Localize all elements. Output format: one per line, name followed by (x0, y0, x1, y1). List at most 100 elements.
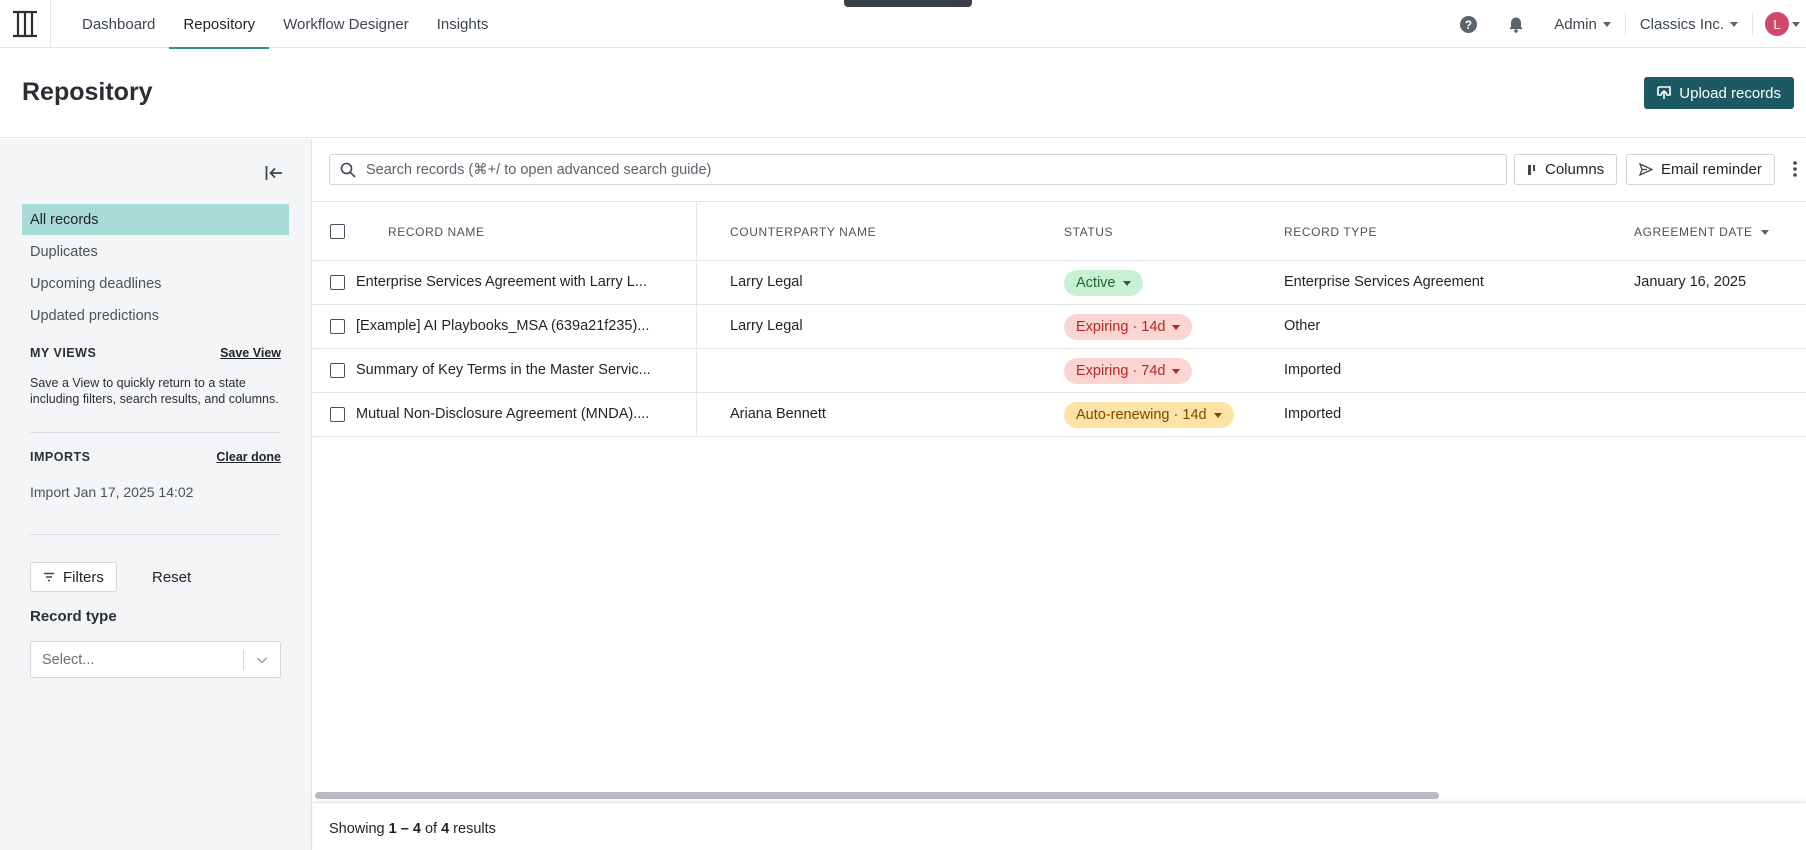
top-handle (844, 0, 972, 7)
org-dropdown[interactable]: Classics Inc. (1626, 0, 1752, 48)
counterparty-name: Larry Legal (730, 274, 803, 290)
header-status[interactable]: STATUS (1064, 225, 1113, 239)
divider (243, 650, 244, 670)
bell-icon[interactable] (1492, 0, 1540, 48)
user-menu[interactable]: L (1753, 0, 1806, 48)
sidebar-item-upcoming-deadlines[interactable]: Upcoming deadlines (22, 268, 289, 299)
record-type-select[interactable]: Select... (30, 641, 281, 678)
table-row[interactable]: Mutual Non-Disclosure Agreement (MNDA)..… (313, 393, 1806, 437)
record-name[interactable]: Summary of Key Terms in the Master Servi… (356, 362, 651, 378)
collapse-sidebar-icon[interactable] (262, 161, 286, 185)
status-label: Active (1076, 275, 1116, 291)
status-badge[interactable]: Active (1064, 270, 1143, 296)
results-suffix: results (453, 821, 496, 837)
record-name[interactable]: Enterprise Services Agreement with Larry… (356, 274, 647, 290)
import-item[interactable]: Import Jan 17, 2025 14:02 (30, 484, 193, 500)
record-type: Other (1284, 318, 1321, 334)
sidebar-item-updated-predictions[interactable]: Updated predictions (22, 300, 289, 331)
main-content: Columns Email reminder RECORD NAME COUNT… (313, 139, 1806, 850)
column-divider (696, 349, 697, 392)
tab-repository[interactable]: Repository (169, 0, 269, 49)
status-badge[interactable]: Auto-renewing · 14d (1064, 402, 1234, 428)
search-icon (330, 162, 366, 178)
row-checkbox[interactable] (330, 363, 345, 378)
columns-label: Columns (1545, 161, 1605, 178)
row-checkbox[interactable] (330, 319, 345, 334)
email-reminder-button[interactable]: Email reminder (1626, 154, 1775, 185)
columns-icon (1528, 164, 1535, 175)
results-count: Showing 1 – 4 of 4 results (329, 821, 496, 837)
results-prefix: Showing (329, 821, 385, 837)
help-icon[interactable]: ? (1444, 0, 1492, 48)
filters-button[interactable]: Filters (30, 562, 117, 592)
table-row[interactable]: [Example] AI Playbooks_MSA (639a21f235).… (313, 305, 1806, 349)
horizontal-scrollbar[interactable] (315, 792, 1439, 799)
upload-records-button[interactable]: Upload records (1644, 77, 1794, 109)
results-footer: Showing 1 – 4 of 4 results (313, 802, 1806, 850)
record-type: Imported (1284, 406, 1342, 422)
search-box[interactable] (329, 154, 1507, 185)
record-type-placeholder: Select... (42, 652, 95, 668)
counterparty-name: Larry Legal (730, 318, 803, 334)
tab-insights[interactable]: Insights (423, 0, 503, 48)
top-right-controls: ? Admin Classics Inc. L (1444, 0, 1806, 48)
send-icon (1639, 163, 1653, 176)
header-record-name[interactable]: RECORD NAME (388, 225, 485, 239)
tab-dashboard[interactable]: Dashboard (68, 0, 169, 48)
header-agreement-date[interactable]: AGREEMENT DATE (1634, 225, 1769, 239)
divider (30, 432, 281, 433)
caret-down-icon (1792, 21, 1800, 27)
table-row[interactable]: Enterprise Services Agreement with Larry… (313, 261, 1806, 305)
record-name[interactable]: [Example] AI Playbooks_MSA (639a21f235).… (356, 318, 649, 334)
header-counterparty-name[interactable]: COUNTERPARTY NAME (730, 225, 876, 239)
upload-icon (1657, 86, 1672, 99)
agreement-date: January 16, 2025 (1634, 274, 1747, 290)
table-row[interactable]: Summary of Key Terms in the Master Servi… (313, 349, 1806, 393)
status-label: Expiring · 14d (1076, 319, 1166, 335)
caret-down-icon (1602, 21, 1611, 27)
record-name[interactable]: Mutual Non-Disclosure Agreement (MNDA)..… (356, 406, 649, 422)
sidebar-item-all-records[interactable]: All records (22, 204, 289, 235)
email-reminder-label: Email reminder (1661, 161, 1762, 178)
avatar: L (1765, 12, 1789, 36)
caret-down-icon (1213, 412, 1222, 418)
imports-header: IMPORTS Clear done (30, 450, 281, 464)
my-views-heading: MY VIEWS (30, 346, 97, 360)
my-views-description: Save a View to quickly return to a state… (30, 376, 279, 406)
page-header: Repository Upload records (0, 48, 1806, 138)
status-label: Auto-renewing · 14d (1076, 407, 1207, 423)
more-options-icon[interactable] (1792, 160, 1798, 183)
filter-icon (44, 572, 54, 582)
my-views-header: MY VIEWS Save View (30, 346, 281, 360)
admin-dropdown[interactable]: Admin (1540, 0, 1625, 48)
row-checkbox[interactable] (330, 407, 345, 422)
sort-desc-icon (1760, 229, 1769, 235)
row-checkbox[interactable] (330, 275, 345, 290)
status-badge[interactable]: Expiring · 14d (1064, 314, 1193, 340)
filters-label: Filters (63, 568, 104, 586)
status-label: Expiring · 74d (1076, 363, 1166, 379)
logo-icon[interactable] (0, 0, 51, 48)
page-title: Repository (22, 78, 153, 106)
reset-button[interactable]: Reset (152, 569, 191, 586)
imports-heading: IMPORTS (30, 450, 91, 464)
counterparty-name: Ariana Bennett (730, 406, 826, 422)
clear-done-link[interactable]: Clear done (216, 450, 281, 464)
status-badge[interactable]: Expiring · 74d (1064, 358, 1193, 384)
tab-workflow-designer[interactable]: Workflow Designer (269, 0, 423, 48)
record-type: Enterprise Services Agreement (1284, 274, 1484, 290)
select-all-checkbox[interactable] (330, 224, 345, 239)
chevron-down-icon (256, 657, 268, 664)
column-divider (696, 261, 697, 304)
results-total: 4 (441, 821, 450, 837)
columns-button[interactable]: Columns (1514, 154, 1618, 185)
save-view-link[interactable]: Save View (220, 346, 281, 360)
sidebar-item-duplicates[interactable]: Duplicates (22, 236, 289, 267)
sidebar-nav: All records Duplicates Upcoming deadline… (22, 204, 289, 332)
records-table: RECORD NAME COUNTERPARTY NAME STATUS REC… (313, 201, 1806, 437)
divider (30, 534, 281, 535)
search-input[interactable] (366, 161, 1466, 178)
header-record-type[interactable]: RECORD TYPE (1284, 225, 1377, 239)
svg-text:?: ? (1465, 18, 1472, 31)
admin-label: Admin (1554, 15, 1597, 33)
